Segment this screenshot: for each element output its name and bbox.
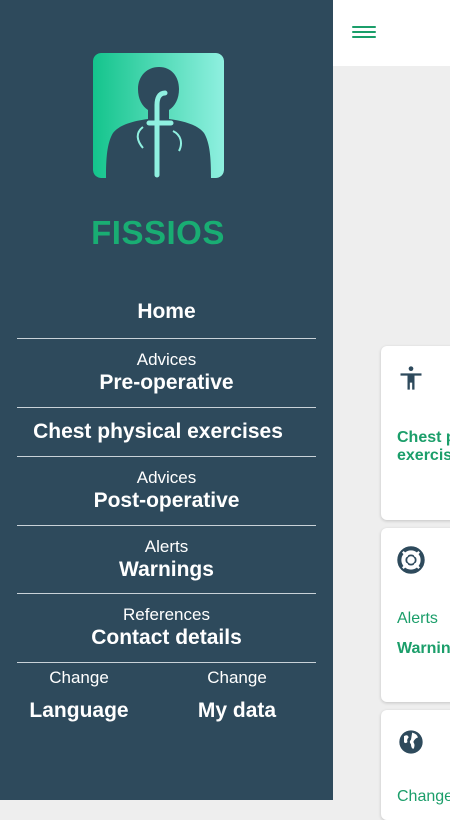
nav-label: Warnings (119, 558, 214, 581)
nav-caption: References (123, 605, 210, 624)
menu-icon[interactable] (352, 22, 378, 42)
app-bar (333, 0, 450, 66)
nav-label: Language (29, 699, 129, 722)
nav-caption: Alerts (144, 537, 189, 556)
fissios-logo (93, 53, 224, 178)
nav-warnings[interactable]: Alerts Warnings (17, 537, 316, 583)
card-chest-exercises[interactable]: Chest p exercis (381, 346, 450, 520)
app-name: FISSIOS (91, 214, 225, 251)
card-subtitle: Alerts (397, 610, 438, 627)
nav-label: My data (197, 699, 277, 722)
card-subtitle: Change (397, 788, 450, 805)
divider (17, 407, 316, 408)
lifebuoy-icon (397, 546, 425, 574)
divider (17, 593, 316, 594)
card-language[interactable]: Change (381, 710, 450, 820)
card-title-line2: exercis (397, 447, 450, 464)
divider (17, 338, 316, 339)
nav-label: Contact details (91, 626, 242, 649)
nav-caption: Change (207, 668, 267, 687)
accessibility-icon (400, 366, 422, 390)
nav-caption: Advices (136, 350, 197, 369)
divider (17, 662, 316, 663)
nav-label: Chest physical exercises (33, 420, 283, 443)
nav-label: Post-operative (93, 489, 240, 512)
nav-caption: Change (49, 668, 109, 687)
change-my-data-button[interactable]: Change My data (162, 668, 312, 724)
nav-pre-operative[interactable]: Advices Pre-operative (17, 350, 316, 396)
globe-icon (399, 730, 423, 754)
divider (17, 456, 316, 457)
navigation-drawer: FISSIOS Home Advices Pre-operative Chest… (0, 0, 333, 800)
card-warnings[interactable]: Alerts Warnin (381, 528, 450, 702)
nav-label: Pre-operative (99, 371, 234, 394)
change-language-button[interactable]: Change Language (4, 668, 154, 724)
card-title-line1: Chest p (397, 429, 450, 446)
card-title: Warnin (397, 640, 450, 657)
nav-post-operative[interactable]: Advices Post-operative (17, 468, 316, 514)
nav-label: Home (137, 300, 196, 323)
nav-contact-details[interactable]: References Contact details (17, 605, 316, 651)
nav-chest-exercises[interactable]: Chest physical exercises (10, 419, 306, 445)
divider (17, 525, 316, 526)
nav-caption: Advices (136, 468, 197, 487)
nav-home[interactable]: Home (17, 299, 316, 325)
